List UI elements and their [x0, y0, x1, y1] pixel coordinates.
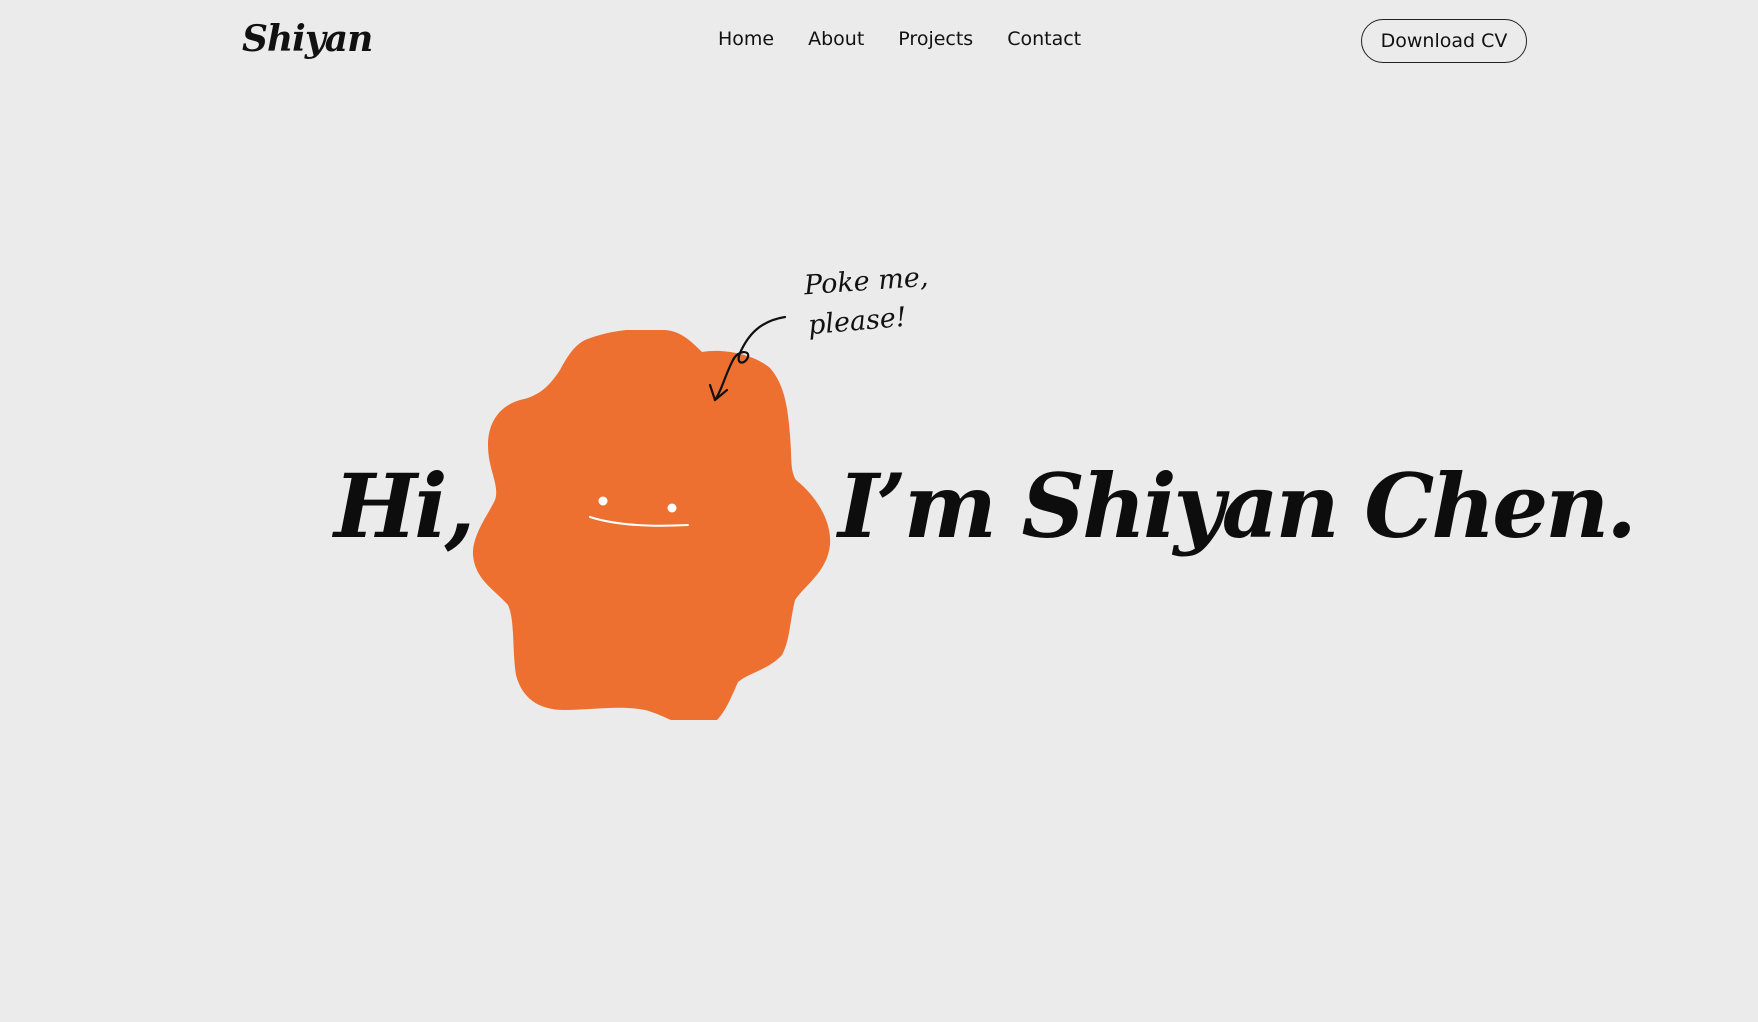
nav-contact[interactable]: Contact	[1007, 28, 1081, 50]
site-logo[interactable]: Shiyan	[242, 18, 373, 60]
download-cv-button[interactable]: Download CV	[1361, 19, 1527, 63]
nav-home[interactable]: Home	[718, 28, 774, 50]
blob-left-eye	[598, 496, 608, 506]
nav-about[interactable]: About	[808, 28, 864, 50]
hero-name: I’m Shiyan Chen.	[838, 454, 1637, 558]
nav-projects[interactable]: Projects	[898, 28, 973, 50]
blob-right-eye	[667, 503, 677, 513]
poke-note-line2: please!	[806, 301, 908, 342]
main-nav: Home About Projects Contact	[718, 28, 1115, 50]
poke-note-line1: Poke me,	[803, 261, 930, 302]
